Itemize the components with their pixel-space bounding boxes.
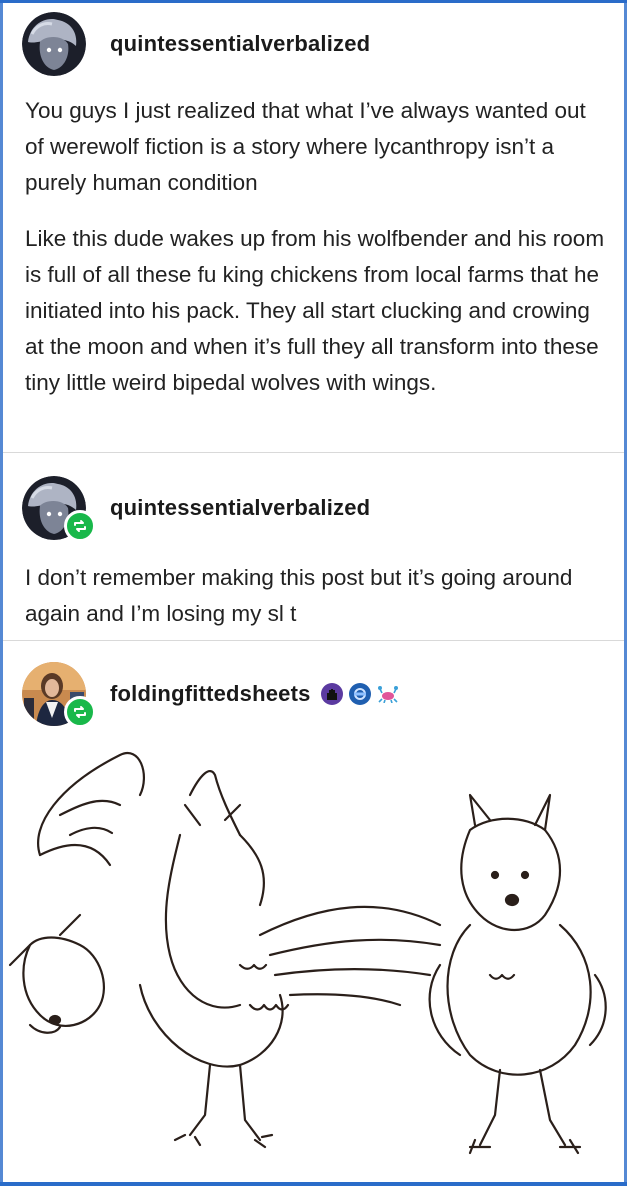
post3-badges <box>320 683 399 705</box>
post1-paragraph-1: You guys I just realized that what I’ve … <box>25 98 586 195</box>
post2-body: I don’t remember making this post but it… <box>25 560 605 632</box>
post2-header: quintessentialverbalized <box>22 476 370 542</box>
post1-header: quintessentialverbalized <box>22 12 370 76</box>
top-accent-bar <box>0 0 627 3</box>
post1-avatar[interactable] <box>22 12 86 76</box>
reblog-icon <box>64 510 96 542</box>
post-divider-2 <box>3 640 624 641</box>
post1-body: You guys I just realized that what I’ve … <box>25 93 605 401</box>
blue-gear-badge-icon[interactable] <box>348 683 371 705</box>
purple-hand-badge-icon[interactable] <box>320 683 343 705</box>
crab-badge-icon[interactable] <box>376 683 399 705</box>
post3-header: foldingfittedsheets <box>22 662 399 728</box>
post-divider-1 <box>3 452 624 453</box>
post2-paragraph: I don’t remember making this post but it… <box>25 565 573 626</box>
post2-username[interactable]: quintessentialverbalized <box>110 495 370 521</box>
reblog-icon <box>64 696 96 728</box>
bottom-accent-bar <box>0 1182 627 1186</box>
post3-username[interactable]: foldingfittedsheets <box>110 681 311 707</box>
post1-username[interactable]: quintessentialverbalized <box>110 31 370 57</box>
post1-paragraph-2: Like this dude wakes up from his wolfben… <box>25 226 605 395</box>
post3-drawing[interactable] <box>0 735 627 1186</box>
